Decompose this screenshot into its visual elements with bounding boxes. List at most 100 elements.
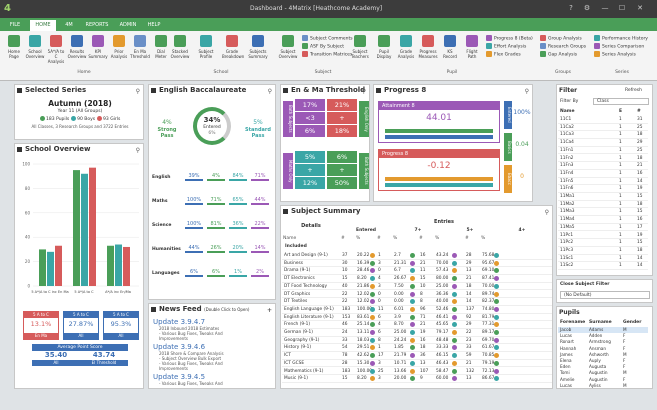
pupil-button-4[interactable]: Flight Path (462, 35, 482, 67)
pupil-row[interactable]: Lucas Ayliss M (558, 383, 648, 389)
group-analysis-button[interactable]: Group Analysis (540, 35, 586, 43)
filter-row[interactable]: 11Ca2 1 25 (558, 124, 648, 132)
tab-help[interactable]: HELP (144, 20, 164, 31)
table-row[interactable]: ICT GCSE 28 15.30 3 10.71 13 46.43 21 79.19 (282, 360, 552, 368)
home-button-1[interactable]: School Overview (25, 35, 45, 67)
filter-row[interactable]: 11Fn2 1 18 (558, 155, 648, 163)
filter-row[interactable]: 11Ma1 1 15 (558, 193, 648, 201)
transition-matrices-button[interactable]: Transition Matrices (302, 51, 353, 59)
news-item[interactable]: Update 3.9.4.5- Various Bug Fixes, Tweak… (153, 373, 273, 386)
settings-icon[interactable]: ⚙ (582, 4, 592, 12)
news-item[interactable]: Update 3.9.4.6 2018 Shore & Compare Analy… (153, 343, 273, 371)
table-row[interactable]: DT Food Technology 40 21.86 3 7.50 10 25.00 18 7… (282, 283, 552, 291)
filter-row[interactable]: 11Fn5 1 14 (558, 178, 648, 186)
filter-row[interactable]: 11C1 1 31 (558, 116, 648, 124)
entered-label: Entered (203, 125, 221, 130)
filter-row[interactable]: 11Pc1 1 19 (558, 232, 648, 240)
pupil-button-0[interactable]: Pupil Display (374, 35, 394, 67)
home-label-3: Results Overview (67, 49, 87, 59)
help-icon[interactable]: ? (566, 4, 576, 12)
school-button-2[interactable]: Grade Breakdown (222, 35, 244, 67)
status-dot-icon (494, 368, 499, 374)
table-row[interactable]: French (9-1) 46 25.14 4 8.70 21 45.65 29 77.31 (282, 321, 552, 329)
school-button-0[interactable]: Stacked Overview (170, 35, 190, 67)
home-button-5[interactable]: Prior Analysis (109, 35, 129, 67)
research-groups-button[interactable]: Research Groups (540, 43, 586, 51)
table-row[interactable]: History (9-1) 54 29.51 1 1.85 18 33.33 33 61.67 (282, 344, 552, 353)
filter-row[interactable]: 11Pc2 1 15 (558, 239, 648, 247)
home-button-3[interactable]: Results Overview (67, 35, 87, 67)
eb-row-value: 100% (185, 197, 203, 205)
filter-row[interactable]: 11Ma4 1 16 (558, 216, 648, 224)
table-row[interactable]: DT Electronics 15 8.20 4 26.67 15 80.00 21 87.41 (282, 275, 552, 283)
tab-4m[interactable]: 4M (60, 20, 78, 31)
filter-row[interactable]: 11Sc2 1 14 (558, 262, 648, 270)
gap-analysis-button[interactable]: Gap Analysis (540, 51, 586, 59)
table-row[interactable]: Art and Design (9-1) 37 20.22 1 2.7 16 43.24 28… (282, 252, 552, 260)
performance-history-button[interactable]: Performance History (594, 35, 648, 43)
table-cell: 1 (378, 253, 381, 258)
table-row[interactable]: Mathematics (9-1) 183 100.00 25 13.66 107 58.4… (282, 368, 552, 376)
close-subject-filter-select[interactable]: (No Default) (560, 291, 650, 299)
search-icon[interactable]: ⚲ (362, 86, 366, 97)
filter-row[interactable]: 11Ca3 1 18 (558, 131, 648, 140)
subject-comments-button[interactable]: Subject Comments (302, 35, 353, 43)
maximize-button[interactable]: ☐ (617, 4, 627, 12)
table-row[interactable]: English Language (9-1) 183 100.00 11 6.01 96 5… (282, 306, 552, 314)
home-button-0[interactable]: Home Page (4, 35, 24, 67)
search-icon[interactable]: ⚲ (136, 145, 140, 156)
close-button[interactable]: ✕ (635, 4, 645, 12)
home-button-4[interactable]: KPI Summary (88, 35, 108, 67)
filter-row[interactable]: 11Fn1 1 25 (558, 147, 648, 155)
ss-group-row[interactable]: Included (285, 244, 385, 249)
pupil-button-3[interactable]: KS Record (440, 35, 460, 67)
tab-home[interactable]: HOME (30, 20, 56, 31)
search-icon[interactable]: ⚲ (545, 207, 549, 218)
table-row[interactable]: Drama (9-1) 10 28.46 0 6.7 11 57.43 13 69.10 (282, 267, 552, 276)
expand-icon[interactable]: + (267, 305, 272, 316)
asf-by-subject-button[interactable]: ASF By Subject (302, 43, 353, 51)
filter-row[interactable]: 11Fn6 1 19 (558, 185, 648, 193)
table-row[interactable]: DT Textiles 22 12.02 0 0.00 8 40.00 14 82.37 (282, 298, 552, 306)
home-button-7[interactable]: Dial Meter (151, 35, 171, 67)
school-button-3[interactable]: Subjects Summary (248, 35, 268, 67)
avg-label-all: All (32, 360, 80, 366)
subject_big2-button-0[interactable]: Subject Teachers (350, 35, 370, 67)
filter-row[interactable]: 11Pc3 1 18 (558, 247, 648, 255)
tab-admin[interactable]: ADMIN (116, 20, 140, 31)
series-analysis-button[interactable]: Series Analysis (594, 51, 648, 59)
subject_big-button-0[interactable]: Subject Overview (278, 35, 298, 67)
home-button-2[interactable]: 5A*/A to C Analysis (46, 35, 66, 67)
school-button-1[interactable]: Subject Profile (196, 35, 216, 67)
pupil-button-2[interactable]: Progress Measures (418, 35, 438, 67)
table-row[interactable]: Music (9-1) 15 8.20 3 20.00 9 60.00 13 86.67 (282, 375, 552, 383)
filter-by-select[interactable]: Class (593, 98, 649, 105)
flex-grades-button[interactable]: Flex Grades (486, 51, 533, 59)
table-row[interactable]: DT Graphics 22 12.02 0 0.00 8 36.36 14 89.74 (282, 291, 552, 299)
search-icon[interactable]: ⚲ (525, 86, 529, 97)
table-row[interactable]: Business 30 16.39 3 21.31 21 70.00 29 95.67 (282, 260, 552, 268)
news-item[interactable]: Update 3.9.4.7 2018 Inbound 2018 Estimate… (153, 318, 273, 341)
filter-row[interactable]: 11Ca4 1 29 (558, 139, 648, 147)
home-button-6[interactable]: En Ma Threshold (130, 35, 150, 67)
search-icon[interactable]: ⚲ (268, 86, 272, 97)
filter-row[interactable]: 11Ma2 1 18 (558, 201, 648, 209)
refresh-button[interactable]: Refresh (625, 85, 642, 96)
filter-row[interactable]: 11Sc1 1 14 (558, 255, 648, 263)
filter-row[interactable]: 11Ma5 1 17 (558, 224, 648, 232)
table-row[interactable]: Geography (9-1) 33 18.03 8 24.24 16 48.48 23 69.… (282, 337, 552, 345)
tab-reports[interactable]: REPORTS (82, 20, 112, 31)
table-row[interactable]: German (9-1) 24 13.11 6 25.00 19 79.17 22 89.17 (282, 329, 552, 337)
series-comparison-button[interactable]: Series Comparison (594, 43, 648, 51)
filter-row[interactable]: 11Fn4 1 16 (558, 170, 648, 178)
minimize-button[interactable]: — (600, 4, 610, 12)
filter-row[interactable]: 11Fn3 1 21 (558, 162, 648, 170)
pupil-button-1[interactable]: Grade Analysis (396, 35, 416, 67)
table-row[interactable]: ICT 78 42.62 17 21.79 36 46.15 59 70.85 (282, 352, 552, 360)
table-row[interactable]: English Literature (9-1) 153 83.61 6 3.9 71 46… (282, 314, 552, 322)
progress8-beta-button[interactable]: Progress 8 (Beta) (486, 35, 533, 43)
search-icon[interactable]: ⚲ (136, 86, 140, 97)
filter-row[interactable]: 11Ma3 1 15 (558, 208, 648, 217)
tab-file[interactable]: FILE (6, 20, 24, 31)
effort-analysis-button[interactable]: Effort Analysis (486, 43, 533, 51)
